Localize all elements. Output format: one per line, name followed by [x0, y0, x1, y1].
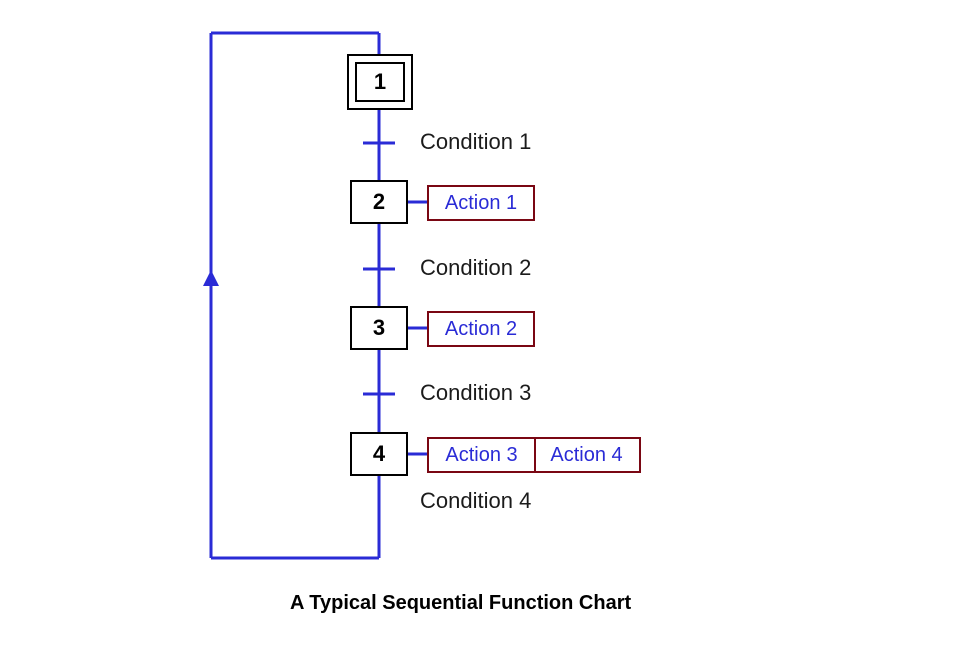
step-1-label: 1: [374, 71, 386, 93]
action-3-label: Action 3: [445, 444, 517, 467]
diagram-caption: A Typical Sequential Function Chart: [290, 592, 631, 615]
action-1: Action 1: [427, 185, 535, 221]
condition-3: Condition 3: [420, 380, 531, 406]
step-3: 3: [350, 306, 408, 350]
step-4: 4: [350, 432, 408, 476]
action-3-4: Action 3 Action 4: [427, 437, 641, 473]
action-4-label: Action 4: [550, 444, 622, 467]
action-divider: [534, 439, 536, 471]
action-1-label: Action 1: [445, 192, 517, 215]
sfc-diagram: 1 2 Action 1 3 Action 2 4 Action 3 Actio…: [0, 0, 955, 645]
action-2-label: Action 2: [445, 318, 517, 341]
step-2: 2: [350, 180, 408, 224]
step-3-label: 3: [373, 317, 385, 339]
step-2-label: 2: [373, 191, 385, 213]
condition-4: Condition 4: [420, 488, 531, 514]
condition-2: Condition 2: [420, 255, 531, 281]
condition-1: Condition 1: [420, 129, 531, 155]
action-2: Action 2: [427, 311, 535, 347]
step-1: 1: [355, 62, 405, 102]
step-4-label: 4: [373, 443, 385, 465]
